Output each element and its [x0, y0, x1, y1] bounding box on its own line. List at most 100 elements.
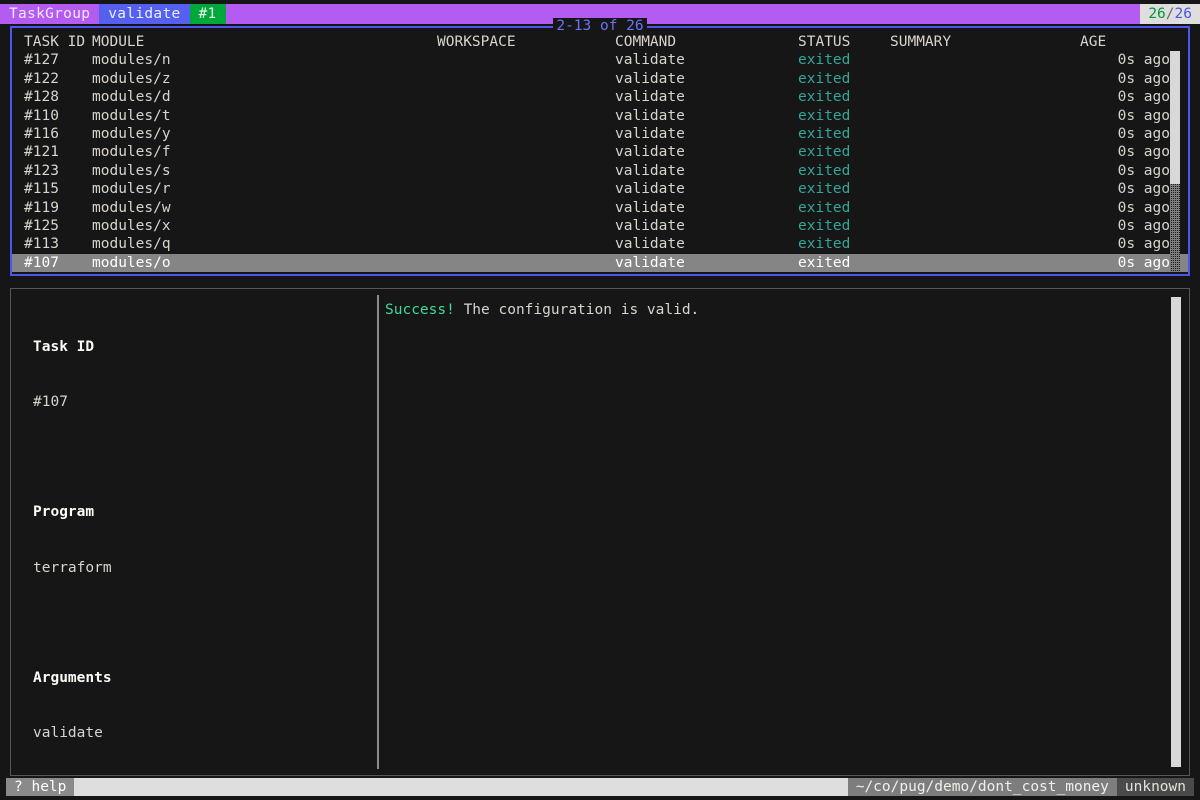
- breadcrumb-item-id[interactable]: #1: [189, 4, 226, 24]
- cell-status: exited: [798, 125, 851, 142]
- cell-status: exited: [798, 217, 851, 234]
- task-id-label: Task ID: [33, 338, 95, 355]
- cell-task-id: #127: [24, 52, 59, 69]
- cell-task-id: #107: [24, 254, 59, 271]
- cell-age: 0s ago: [1117, 162, 1170, 179]
- table-row[interactable]: #128 modules/d validate exited 0s ago: [12, 88, 1188, 106]
- cell-module: modules/q: [92, 236, 171, 253]
- table-header-row: TASK ID MODULE WORKSPACE COMMAND STATUS …: [12, 33, 1188, 51]
- cell-module: modules/x: [92, 217, 171, 234]
- breadcrumb-item-taskgroup[interactable]: TaskGroup: [0, 4, 100, 24]
- cell-command: validate: [615, 125, 685, 142]
- task-counter-separator: /: [1165, 5, 1175, 22]
- cell-module: modules/o: [92, 254, 171, 271]
- task-counter-total: 26: [1174, 5, 1192, 22]
- cell-module: modules/s: [92, 162, 171, 179]
- cell-command: validate: [615, 162, 685, 179]
- table-scrollbar-track[interactable]: [1170, 183, 1180, 272]
- table-body: #127 modules/n validate exited 0s ago #122 mod…: [12, 51, 1188, 273]
- table-row[interactable]: #121 modules/f validate exited 0s ago: [12, 143, 1188, 161]
- working-directory: ~/co/pug/demo/dont_cost_money: [847, 778, 1117, 796]
- cell-command: validate: [615, 107, 685, 124]
- task-id-value: #107: [33, 394, 68, 411]
- output-scrollbar[interactable]: [1171, 297, 1181, 767]
- cell-task-id: #110: [24, 107, 59, 124]
- cell-module: modules/z: [92, 70, 171, 87]
- cell-module: modules/n: [92, 52, 171, 69]
- table-row[interactable]: #107 modules/o validate exited 0s ago: [12, 253, 1188, 273]
- cell-age: 0s ago: [1117, 52, 1170, 69]
- table-row[interactable]: #110 modules/t validate exited 0s ago: [12, 107, 1188, 125]
- task-metadata-pane: Task ID #107 Program terraform Arguments…: [11, 289, 377, 775]
- cell-status: exited: [798, 144, 851, 161]
- column-header-age[interactable]: AGE: [1080, 33, 1170, 51]
- column-header-status[interactable]: STATUS: [798, 33, 890, 51]
- pug-terminal-app: TaskGroup validate #1 26/26 2-13 of 26 T…: [0, 0, 1200, 800]
- table-scrollbar-thumb[interactable]: [1170, 51, 1180, 184]
- column-header-summary[interactable]: SUMMARY: [890, 33, 1080, 51]
- cell-status: exited: [798, 254, 851, 271]
- table-row[interactable]: #113 modules/q validate exited 0s ago: [12, 235, 1188, 253]
- cell-module: modules/f: [92, 144, 171, 161]
- status-bar-filler: [74, 778, 848, 796]
- cell-age: 0s ago: [1117, 144, 1170, 161]
- cell-status: exited: [798, 107, 851, 124]
- task-output-pane[interactable]: Success! The configuration is valid.: [379, 289, 1189, 775]
- output-message-text: The configuration is valid.: [454, 302, 700, 318]
- breadcrumb-id-label: #1: [198, 5, 217, 22]
- version-status: unknown: [1116, 778, 1194, 796]
- column-header-workspace[interactable]: WORKSPACE: [437, 33, 615, 51]
- cell-age: 0s ago: [1117, 107, 1170, 124]
- column-header-command[interactable]: COMMAND: [615, 33, 798, 51]
- table-row[interactable]: #119 modules/w validate exited 0s ago: [12, 199, 1188, 217]
- table-row[interactable]: #115 modules/r validate exited 0s ago: [12, 180, 1188, 198]
- cell-age: 0s ago: [1117, 199, 1170, 216]
- table-row[interactable]: #122 modules/z validate exited 0s ago: [12, 70, 1188, 88]
- help-button[interactable]: ? help: [6, 778, 75, 796]
- task-table-panel[interactable]: 2-13 of 26 TASK ID MODULE WORKSPACE COMM…: [10, 18, 1190, 276]
- breadcrumb-filler: [225, 4, 1141, 24]
- column-header-task-id[interactable]: TASK ID: [24, 33, 92, 51]
- cell-status: exited: [798, 89, 851, 106]
- table-row[interactable]: #125 modules/x validate exited 0s ago: [12, 217, 1188, 235]
- table-row[interactable]: #127 modules/n validate exited 0s ago: [12, 51, 1188, 69]
- cell-status: exited: [798, 181, 851, 198]
- table-row[interactable]: #116 modules/y validate exited 0s ago: [12, 125, 1188, 143]
- breadcrumb-item-command[interactable]: validate: [99, 4, 190, 24]
- table-row[interactable]: #123 modules/s validate exited 0s ago: [12, 162, 1188, 180]
- table-scrollbar[interactable]: [1170, 51, 1180, 272]
- breadcrumb-command-label: validate: [108, 5, 181, 22]
- cell-status: exited: [798, 70, 851, 87]
- cell-status: exited: [798, 52, 851, 69]
- cell-command: validate: [615, 199, 685, 216]
- breadcrumb: TaskGroup validate #1: [0, 4, 1141, 26]
- cell-module: modules/d: [92, 89, 171, 106]
- cell-module: modules/w: [92, 199, 171, 216]
- help-button-label: ? help: [14, 778, 67, 795]
- cell-status: exited: [798, 199, 851, 216]
- cell-command: validate: [615, 181, 685, 198]
- cell-task-id: #122: [24, 70, 59, 87]
- cell-age: 0s ago: [1117, 236, 1170, 253]
- cell-age: 0s ago: [1117, 70, 1170, 87]
- arguments-label: Arguments: [33, 670, 112, 687]
- cell-task-id: #128: [24, 89, 59, 106]
- cell-age: 0s ago: [1117, 89, 1170, 106]
- cell-command: validate: [615, 254, 685, 271]
- cell-status: exited: [798, 162, 851, 179]
- version-status-label: unknown: [1124, 778, 1186, 795]
- cell-status: exited: [798, 236, 851, 253]
- program-label: Program: [33, 504, 95, 521]
- cell-command: validate: [615, 52, 685, 69]
- output-success-token: Success!: [385, 302, 455, 318]
- cell-task-id: #116: [24, 125, 59, 142]
- task-table: TASK ID MODULE WORKSPACE COMMAND STATUS …: [12, 28, 1188, 274]
- program-value: terraform: [33, 559, 112, 576]
- task-detail-panel: Task ID #107 Program terraform Arguments…: [10, 288, 1190, 776]
- cell-module: modules/y: [92, 125, 171, 142]
- column-header-module[interactable]: MODULE: [92, 33, 437, 51]
- output-scrollbar-thumb[interactable]: [1171, 297, 1181, 767]
- cell-command: validate: [615, 217, 685, 234]
